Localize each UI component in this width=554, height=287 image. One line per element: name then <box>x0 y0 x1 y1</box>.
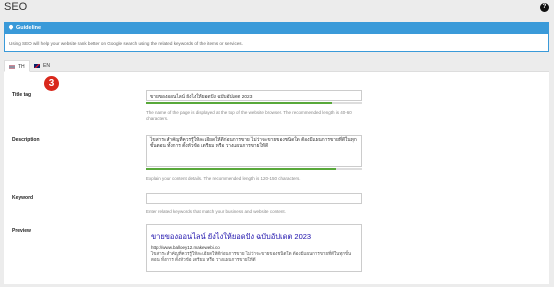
page-title: SEO <box>4 1 28 13</box>
tab-en[interactable]: EN <box>30 60 54 72</box>
help-icon[interactable]: ? <box>540 3 549 12</box>
guideline-header: Guideline <box>5 23 548 34</box>
step-number-badge: 3 <box>44 76 59 91</box>
description-length-fill <box>146 168 337 170</box>
uk-flag-icon <box>34 63 40 68</box>
thai-flag-icon <box>9 64 15 69</box>
guideline-panel: Guideline Using SEO will help your websi… <box>4 22 549 52</box>
description-textarea[interactable]: ไขสาระสำคัญที่ควรรู้ให้ละเอียดให้ดีก่อนก… <box>146 135 362 167</box>
keyword-label: Keyword <box>12 195 34 201</box>
preview-title: ขายของออนไลน์ ยังไงให้ยอดปัง ฉบับอัปเดต … <box>151 232 312 241</box>
description-label: Description <box>12 137 40 143</box>
tab-en-label: EN <box>43 63 50 69</box>
guideline-title: Guideline <box>16 25 42 31</box>
tab-th[interactable]: TH <box>4 60 30 72</box>
search-preview: ขายของออนไลน์ ยังไงให้ยอดปัง ฉบับอัปเดต … <box>146 224 362 272</box>
preview-label: Preview <box>12 228 31 234</box>
title-tag-label: Title tag <box>12 92 32 98</box>
keyword-help: Enter related keywords that match your b… <box>146 209 286 214</box>
title-tag-length-bar <box>146 102 362 104</box>
map-pin-icon <box>8 24 14 30</box>
language-tabs: TH EN <box>4 60 549 72</box>
tab-th-label: TH <box>18 64 25 70</box>
description-help: Explain your content details. The recomm… <box>146 176 301 181</box>
title-tag-help: The name of the page is displayed at the… <box>146 110 352 121</box>
preview-description: ไขสาระสำคัญที่ควรรู้ให้ละเอียดให้ดีก่อนก… <box>151 251 352 262</box>
keyword-input[interactable] <box>146 193 362 204</box>
title-tag-length-fill <box>146 102 332 104</box>
guideline-text: Using SEO will help your website rank be… <box>9 41 243 46</box>
description-length-bar <box>146 168 362 170</box>
title-tag-input[interactable]: ขายของออนไลน์ ยังไงให้ยอดปัง ฉบับอัปเดต … <box>146 90 362 101</box>
preview-url: http://www.balloey12.makewebi.co <box>151 245 220 250</box>
